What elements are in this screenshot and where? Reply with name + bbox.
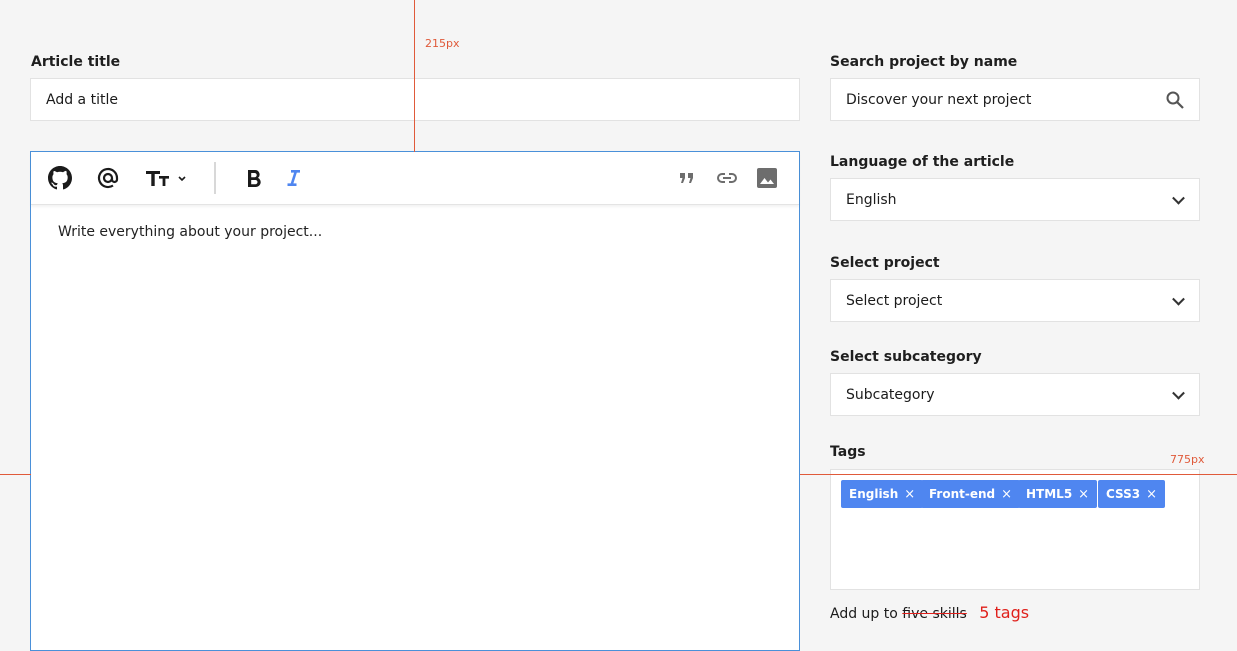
image-icon[interactable] bbox=[754, 165, 780, 191]
tags-hint-correction: 5 tags bbox=[979, 603, 1030, 622]
search-icon[interactable] bbox=[1165, 90, 1185, 114]
tags-hint-prefix: Add up to bbox=[830, 606, 898, 622]
github-icon[interactable] bbox=[47, 165, 73, 191]
subcategory-value: Subcategory bbox=[846, 386, 935, 403]
close-icon[interactable]: × bbox=[1078, 487, 1089, 502]
bold-icon[interactable] bbox=[241, 165, 267, 191]
quote-icon[interactable] bbox=[674, 165, 700, 191]
subcategory-select[interactable]: Subcategory bbox=[830, 373, 1200, 416]
project-label: Select project bbox=[830, 255, 940, 271]
right-guide-label: 775px bbox=[1170, 453, 1205, 466]
search-input[interactable]: Discover your next project bbox=[830, 78, 1200, 121]
chevron-down-icon bbox=[1172, 386, 1185, 400]
article-title-input[interactable]: Add a title bbox=[30, 78, 800, 121]
editor-placeholder: Write everything about your project... bbox=[58, 224, 323, 240]
language-select[interactable]: English bbox=[830, 178, 1200, 221]
tag-label: English bbox=[849, 487, 899, 501]
horizontal-guide-line-right bbox=[800, 474, 1237, 475]
close-icon[interactable]: × bbox=[1146, 487, 1157, 502]
language-label: Language of the article bbox=[830, 154, 1015, 170]
close-icon[interactable]: × bbox=[1001, 487, 1012, 502]
at-icon[interactable] bbox=[95, 165, 121, 191]
article-title-label: Article title bbox=[31, 54, 121, 70]
chevron-down-icon bbox=[1172, 292, 1185, 306]
subcategory-label: Select subcategory bbox=[830, 349, 982, 365]
project-select[interactable]: Select project bbox=[830, 279, 1200, 322]
link-icon[interactable] bbox=[714, 165, 740, 191]
article-editor[interactable]: Write everything about your project... bbox=[30, 151, 800, 651]
tag-chip[interactable]: English × bbox=[841, 480, 924, 508]
toolbar-divider bbox=[214, 162, 216, 194]
language-value: English bbox=[846, 191, 897, 208]
search-placeholder: Discover your next project bbox=[846, 91, 1032, 108]
tags-input[interactable]: English × Front-end × HTML5 × CSS3 × bbox=[830, 469, 1200, 590]
tag-label: HTML5 bbox=[1026, 487, 1073, 501]
tag-label: Front-end bbox=[929, 487, 996, 501]
tags-hint-struck: five skills bbox=[902, 606, 967, 622]
vertical-guide-line bbox=[414, 0, 415, 152]
tags-hint: Add up to five skills 5 tags bbox=[830, 603, 1029, 622]
text-size-icon[interactable] bbox=[145, 165, 189, 191]
horizontal-guide-line-left bbox=[0, 474, 31, 475]
tag-label: CSS3 bbox=[1106, 487, 1141, 501]
tag-chip[interactable]: HTML5 × bbox=[1018, 480, 1098, 508]
italic-icon[interactable] bbox=[280, 165, 306, 191]
close-icon[interactable]: × bbox=[904, 487, 915, 502]
project-value: Select project bbox=[846, 292, 943, 309]
tag-chip[interactable]: Front-end × bbox=[921, 480, 1021, 508]
editor-toolbar bbox=[31, 152, 799, 205]
top-guide-label: 215px bbox=[425, 37, 460, 50]
chevron-down-icon bbox=[1172, 191, 1185, 205]
tags-label: Tags bbox=[830, 444, 866, 460]
search-label: Search project by name bbox=[830, 54, 1018, 70]
article-title-placeholder: Add a title bbox=[46, 91, 118, 108]
tag-chip[interactable]: CSS3 × bbox=[1098, 480, 1166, 508]
